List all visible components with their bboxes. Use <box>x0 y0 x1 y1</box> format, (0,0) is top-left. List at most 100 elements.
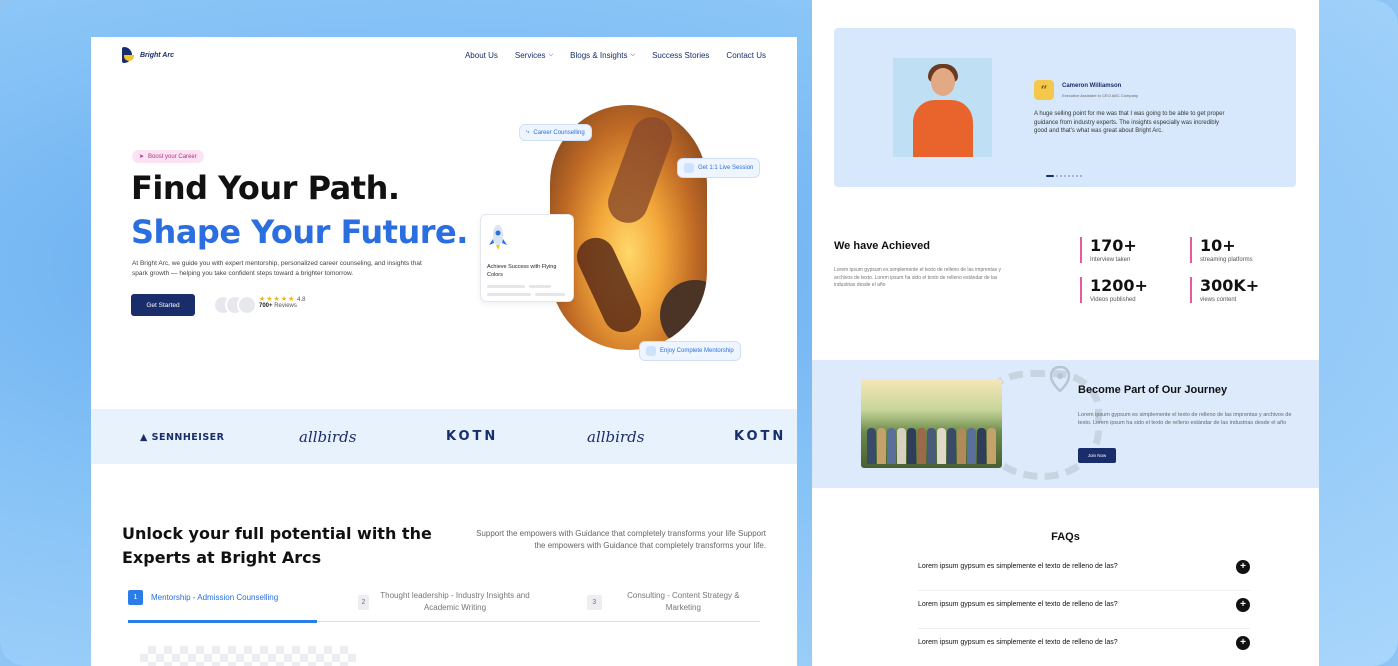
badge-label: Enjoy Complete Mentorship <box>660 348 734 354</box>
quote-icon: “ <box>1034 80 1054 100</box>
person-head <box>931 68 955 96</box>
rocket-icon <box>489 225 507 250</box>
stat-interviews: 170+ Interview taken <box>1080 237 1137 263</box>
rating-value: 4.8 <box>297 297 306 303</box>
people-icon <box>684 163 694 173</box>
brand-logo[interactable]: Bright Arc <box>122 47 174 63</box>
sennheiser-mark-icon: ▲ <box>140 432 148 443</box>
placeholder-bar <box>529 285 551 288</box>
person-silhouette <box>867 428 876 464</box>
badge-label: Career Counselling <box>533 129 585 136</box>
badge-label: Get 1:1 Live Session <box>698 165 754 171</box>
mentor-icon <box>646 346 656 356</box>
nav-item-about[interactable]: About Us <box>465 51 498 60</box>
person-silhouette <box>917 428 926 464</box>
journey-title: Become Part of Our Journey <box>1078 384 1228 396</box>
step-tab-thought-leadership[interactable]: 2 Thought leadership - Industry Insights… <box>358 590 533 614</box>
logo-text: SENNHEISER <box>151 432 225 443</box>
stat-value: 300K+ <box>1200 276 1260 295</box>
placeholder-bar <box>487 285 525 288</box>
carousel-dot[interactable] <box>1064 175 1066 177</box>
step-label: Thought leadership - Industry Insights a… <box>380 591 530 612</box>
step-tab-consulting[interactable]: 3 Consulting - Content Strategy & Market… <box>587 590 757 614</box>
person-silhouette <box>977 428 986 464</box>
faq-question: Lorem ipsum gypsum es simplemente el tex… <box>918 563 1118 570</box>
image-placeholder <box>140 646 356 666</box>
person-silhouette <box>907 428 916 464</box>
join-now-button[interactable]: Join Now <box>1078 448 1116 463</box>
step-label: Mentorship - Admission Counselling <box>151 593 279 602</box>
journey-description: Lorem ipsum gypsum es simplemente el tex… <box>1078 412 1292 426</box>
testimonial-role: Executive Assistant to CEO ABC Company <box>1062 93 1139 98</box>
nav-label: Contact Us <box>726 51 766 60</box>
stat-value: 170+ <box>1090 236 1137 255</box>
avatar <box>237 295 257 315</box>
carousel-dot[interactable] <box>1076 175 1078 177</box>
achieve-success-card: Achieve Success with Flying Colors <box>480 214 574 302</box>
person-silhouette <box>987 428 996 464</box>
step-number: 2 <box>358 594 369 610</box>
step-number: 3 <box>587 594 602 610</box>
rocket-icon: ➤ <box>139 154 145 160</box>
card-title: Achieve Success with Flying Colors <box>487 264 557 278</box>
achieved-title: We have Achieved <box>834 240 930 252</box>
testimonial-card: “ Cameron Williamson Executive Assistant… <box>834 28 1296 187</box>
plus-icon[interactable]: + <box>1236 636 1250 650</box>
faq-item[interactable]: Lorem ipsum gypsum es simplemente el tex… <box>918 629 1250 666</box>
experts-section-description: Support the empowers with Guidance that … <box>476 529 766 550</box>
faq-question: Lorem ipsum gypsum es simplemente el tex… <box>918 601 1118 608</box>
hand-shape <box>570 231 648 339</box>
step-tab-mentorship[interactable]: 1 Mentorship - Admission Counselling <box>128 590 278 605</box>
kotn-logo: KOTN <box>446 429 499 444</box>
nav-label: Blogs & Insights <box>570 51 628 60</box>
person-body <box>913 100 973 157</box>
testimonial-photo <box>893 58 992 157</box>
stat-platforms: 10+ streaming platforms <box>1190 237 1253 263</box>
faq-item[interactable]: Lorem ipsum gypsum es simplemente el tex… <box>918 553 1250 591</box>
placeholder-bar <box>487 293 531 296</box>
person-silhouette <box>947 428 956 464</box>
career-counselling-badge: ⤷ Career Counselling <box>519 124 592 141</box>
carousel-dot[interactable] <box>1080 175 1082 177</box>
nav-item-blogs[interactable]: Blogs & Insights ⌵ <box>570 51 635 60</box>
star-rating-icon: ★★★★★ <box>259 296 296 303</box>
stat-label: streaming platforms <box>1200 257 1253 263</box>
nav-item-contact[interactable]: Contact Us <box>726 51 766 60</box>
group-photo <box>861 379 1002 468</box>
brand-logo-icon <box>122 47 136 63</box>
active-step-indicator <box>128 620 317 623</box>
get-started-button[interactable]: Get Started <box>131 294 195 316</box>
nav-item-services[interactable]: Services ⌵ <box>515 51 553 60</box>
faq-item[interactable]: Lorem ipsum gypsum es simplemente el tex… <box>918 591 1250 629</box>
carousel-dot[interactable] <box>1060 175 1062 177</box>
landing-page-panel-continued: “ Cameron Williamson Executive Assistant… <box>812 0 1319 666</box>
plus-icon[interactable]: + <box>1236 598 1250 612</box>
carousel-dot[interactable] <box>1072 175 1074 177</box>
faq-title: FAQs <box>1051 531 1080 543</box>
rock-shape <box>660 280 707 350</box>
plus-icon[interactable]: + <box>1236 560 1250 574</box>
stat-videos: 1200+ Videos published <box>1080 277 1148 303</box>
person-silhouette <box>957 428 966 464</box>
brand-name: Bright Arc <box>140 51 174 59</box>
carousel-dot[interactable] <box>1056 175 1058 177</box>
service-steps-tabs: 1 Mentorship - Admission Counselling 2 T… <box>128 590 760 623</box>
hero-title-line2: Shape Your Future. <box>131 213 468 251</box>
pill-label: Boost your Career <box>148 153 197 160</box>
nav-label: Success Stories <box>652 51 710 60</box>
carousel-dot-active[interactable] <box>1046 175 1054 177</box>
journey-section: Become Part of Our Journey Lorem ipsum g… <box>812 360 1319 488</box>
compass-icon: ⤷ <box>526 129 530 135</box>
carousel-dot[interactable] <box>1068 175 1070 177</box>
stat-label: Videos published <box>1090 297 1136 303</box>
nav-links: About Us Services ⌵ Blogs & Insights ⌵ Suc… <box>465 51 766 60</box>
nav-label: About Us <box>464 51 498 60</box>
map-pin-icon <box>1050 366 1070 392</box>
reviewer-avatars <box>213 295 257 315</box>
nav-item-success-stories[interactable]: Success Stories <box>652 51 709 60</box>
reviews-label: Reviews <box>274 303 297 309</box>
stat-value: 1200+ <box>1090 276 1148 295</box>
review-count: 700+ <box>259 303 273 309</box>
allbirds-logo: allbirds <box>587 428 645 446</box>
stat-label: Interview taken <box>1090 257 1131 263</box>
